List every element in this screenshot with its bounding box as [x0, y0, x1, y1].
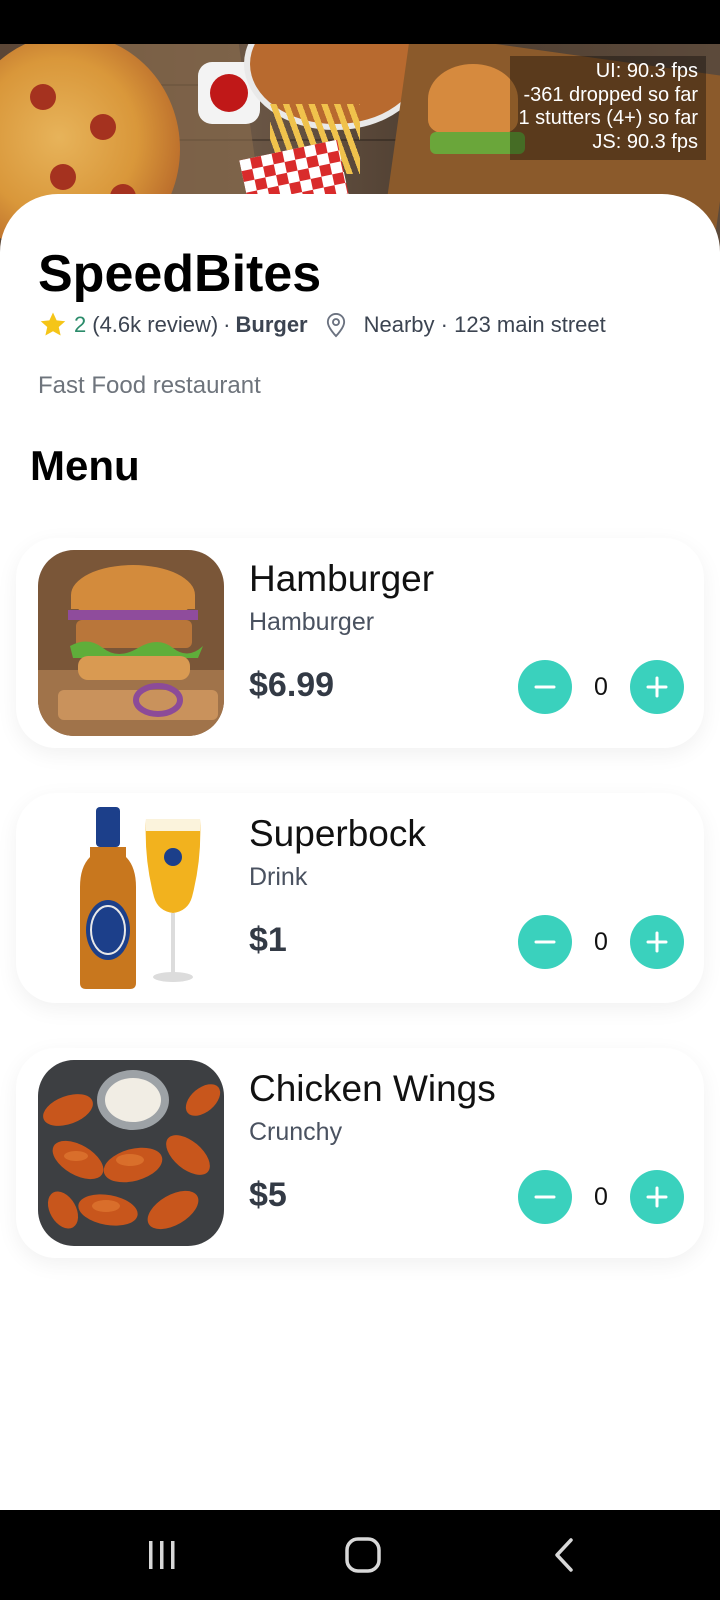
- item-price: $6.99: [249, 666, 335, 704]
- category-label: Burger: [235, 312, 308, 337]
- home-button[interactable]: [333, 1532, 393, 1578]
- back-button[interactable]: [535, 1532, 595, 1578]
- recent-apps-button[interactable]: [132, 1532, 192, 1578]
- plus-icon: [646, 1186, 668, 1208]
- minus-icon: [534, 940, 556, 944]
- decrement-button[interactable]: [518, 1170, 572, 1224]
- chicken-wings-image: [38, 1060, 224, 1246]
- minus-icon: [534, 685, 556, 689]
- recent-apps-icon: [149, 1541, 175, 1569]
- system-navigation-bar: [0, 1510, 720, 1600]
- superbock-image: [38, 805, 224, 991]
- rating-value: 2: [74, 312, 87, 337]
- restaurant-meta: 2 (4.6k review) · Burger Nearby · 123 ma…: [38, 310, 606, 340]
- decrement-button[interactable]: [518, 660, 572, 714]
- item-description: Hamburger: [249, 608, 375, 636]
- status-bar: [0, 0, 720, 44]
- item-name: Chicken Wings: [249, 1068, 496, 1109]
- burger-image: [428, 64, 518, 134]
- item-description: Crunchy: [249, 1118, 343, 1146]
- increment-button[interactable]: [630, 660, 684, 714]
- restaurant-name: SpeedBites: [38, 245, 322, 303]
- back-icon: [555, 1538, 573, 1572]
- stutters-text: 1 stutters (4+) so far: [518, 107, 698, 129]
- plus-icon: [646, 931, 668, 953]
- quantity-value: 0: [594, 928, 608, 956]
- increment-button[interactable]: [630, 1170, 684, 1224]
- item-name: Superbock: [249, 813, 426, 854]
- app-screen: UI: 90.3 fps -361 dropped so far 1 stutt…: [0, 0, 720, 1600]
- star-icon: [40, 312, 66, 336]
- menu-item-card[interactable]: Superbock Drink $1 0: [16, 793, 704, 1003]
- home-icon: [345, 1537, 381, 1573]
- item-name: Hamburger: [249, 558, 435, 599]
- review-count: (4.6k review): [92, 312, 219, 337]
- increment-button[interactable]: [630, 915, 684, 969]
- decrement-button[interactable]: [518, 915, 572, 969]
- item-description: Drink: [249, 863, 308, 891]
- quantity-stepper: 0: [518, 660, 684, 714]
- location-text: Nearby · 123 main street: [363, 312, 606, 337]
- performance-overlay: UI: 90.3 fps -361 dropped so far 1 stutt…: [510, 56, 706, 160]
- quantity-value: 0: [594, 1183, 608, 1211]
- ui-fps-text: UI: 90.3 fps: [595, 60, 698, 82]
- js-fps-text: JS: 90.3 fps: [592, 130, 698, 153]
- location-pin-icon: [326, 312, 345, 338]
- meta-separator: ·: [223, 312, 231, 337]
- menu-item-card[interactable]: Chicken Wings Crunchy $5 0: [16, 1048, 704, 1258]
- hamburger-image: [38, 550, 224, 736]
- item-price: $5: [249, 1176, 287, 1214]
- quantity-stepper: 0: [518, 1170, 684, 1224]
- minus-icon: [534, 1195, 556, 1199]
- restaurant-type: Fast Food restaurant: [38, 372, 261, 399]
- item-price: $1: [249, 921, 287, 959]
- quantity-value: 0: [594, 673, 608, 701]
- quantity-stepper: 0: [518, 915, 684, 969]
- plus-icon: [646, 676, 668, 698]
- menu-item-card[interactable]: Hamburger Hamburger $6.99 0: [16, 538, 704, 748]
- menu-title: Menu: [30, 442, 140, 489]
- dropped-frames-text: -361 dropped so far: [523, 83, 698, 106]
